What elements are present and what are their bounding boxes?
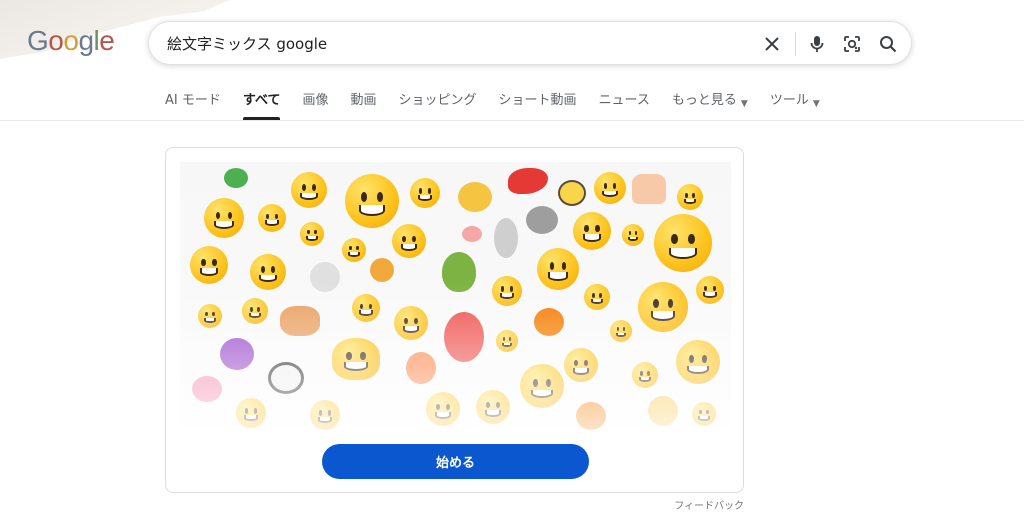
emoji-melting-icon [332,338,380,380]
emoji-wink-icon [677,184,703,210]
emoji-smirk-large-icon [638,282,688,332]
tab-tools[interactable]: ツール ▼ [770,92,820,120]
emoji-starstruck-icon [250,254,286,290]
emoji-hand-face-icon [476,390,510,424]
emoji-nerd-icon [558,180,586,206]
tab-shopping[interactable]: ショッピング [398,92,476,120]
tab-videos[interactable]: 動画 [350,92,376,120]
tab-all[interactable]: すべて [242,92,280,120]
search-tabs: AI モード すべて 画像 動画 ショッピング ショート動画 ニュース もっと見… [165,92,842,120]
emoji-rolling-eyes-icon [654,214,712,272]
koala-icon [526,206,558,234]
chevron-down-icon: ▼ [812,99,820,109]
emoji-crying-icon [190,246,228,284]
tab-more[interactable]: もっと見る ▼ [672,92,748,120]
lion-icon [370,258,394,282]
emoji-wink-small-icon [584,284,610,310]
tab-ai-mode[interactable]: AI モード [165,92,221,120]
emoji-expressionless-icon [236,398,266,428]
emoji-thinking-icon [594,172,626,204]
heart-icon [192,376,222,402]
pumpkin-icon [576,402,606,430]
emoji-calm-icon [632,362,658,388]
emoji-content-icon [696,276,724,304]
emoji-joy-icon [310,400,340,430]
lens-icon[interactable] [840,32,864,56]
party-face-icon [648,396,678,426]
emoji-neutral-icon [198,304,222,328]
close-icon[interactable] [760,32,784,56]
emoji-relieved-icon [573,212,611,250]
tabs-divider [0,120,1024,121]
rabbit-icon [494,218,518,258]
emoji-squint-icon [492,276,522,306]
emoji-devil-icon [220,338,254,370]
emoji-blush-icon [342,238,366,262]
search-icon[interactable] [876,32,900,56]
emoji-smirk-icon [345,174,399,228]
tornado-icon [310,262,340,292]
birthday-cake-icon [632,174,666,204]
emoji-tongue-small-icon [496,330,518,352]
google-logo[interactable]: Google [27,25,115,57]
fire-icon [406,352,436,384]
emoji-sunglasses-icon [564,348,598,382]
chili-pepper-icon [508,168,548,194]
emoji-tongue-icon [610,320,632,342]
search-input[interactable] [167,22,727,64]
emoji-kiss-icon [242,298,268,324]
emoji-beaming-icon [394,306,428,340]
microphone-icon[interactable] [805,32,829,56]
emoji-grin-icon [204,198,244,238]
start-button[interactable]: 始める [322,444,589,479]
emoji-fearful-icon [352,294,380,322]
microbe-icon [224,168,248,188]
chevron-down-icon: ▼ [740,99,748,109]
emoji-sunny-icon [410,178,440,208]
emoji-laugh-icon [258,204,286,232]
tab-short-videos[interactable]: ショート動画 [499,92,577,120]
emoji-scream-icon [392,224,426,258]
emoji-smile-icon [291,172,327,208]
tab-images[interactable]: 画像 [302,92,328,120]
emoji-mask-icon [520,364,564,408]
emoji-slight-smile-icon [692,402,716,426]
feedback-link[interactable]: フィードバック [674,497,744,512]
tab-news[interactable]: ニュース [599,92,650,120]
bee-icon [458,182,492,212]
emoji-small-smile-icon [622,224,644,246]
emoji-pleading-icon [426,392,460,426]
panda-icon [268,362,304,394]
hot-dog-icon [280,306,320,336]
jack-o-lantern-icon [534,308,564,336]
emoji-kitchen-card: 始める [165,147,744,493]
avocado-icon [442,252,476,292]
emoji-collage-image[interactable] [180,162,731,442]
emoji-grin-large-icon [537,248,579,290]
balloon-icon [444,312,484,362]
emoji-laugh-tears-icon [676,340,720,384]
emoji-sad-icon [300,222,324,246]
search-divider [795,32,796,56]
search-box[interactable] [148,21,912,65]
pig-icon [462,226,482,242]
